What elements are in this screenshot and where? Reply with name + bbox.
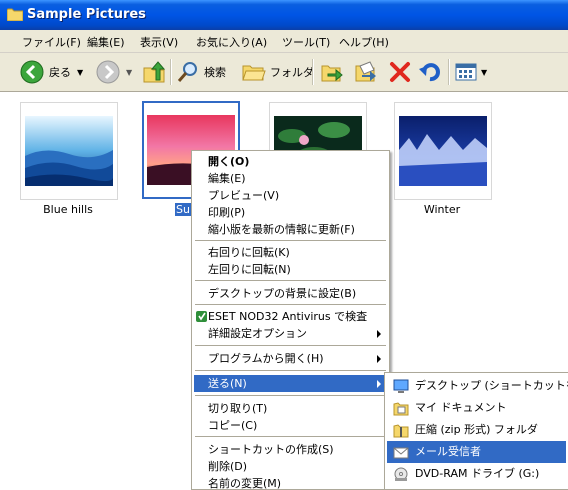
submenu-arrow-icon — [377, 355, 381, 363]
menu-item-send-to[interactable]: 送る(N) — [194, 375, 387, 392]
blue-hills-image — [25, 116, 113, 186]
menu-item-edit[interactable]: 編集(E) — [194, 170, 387, 187]
toolbar: 戻る ▼ ▼ 検索 フォルダ ▼ — [0, 53, 568, 92]
back-button[interactable]: 戻る ▼ — [20, 59, 83, 85]
toolbar-separator — [170, 59, 172, 85]
menu-item-preview[interactable]: プレビュー(V) — [194, 187, 387, 204]
send-to-label: DVD-RAM ドライブ (G:) — [415, 467, 540, 480]
menu-item-eset-scan[interactable]: ESET NOD32 Antivirus で検査 — [194, 308, 387, 325]
menu-item-set-desktop-background[interactable]: デスクトップの背景に設定(B) — [194, 285, 387, 302]
submenu-arrow-icon — [377, 330, 381, 338]
copy-to-icon — [355, 61, 376, 82]
menu-item-open-with[interactable]: プログラムから開く(H) — [194, 350, 387, 367]
up-folder-button[interactable] — [142, 59, 166, 85]
toolbar-separator — [448, 59, 450, 85]
title-bar[interactable]: Sample Pictures — [0, 0, 568, 30]
desktop-icon — [393, 379, 409, 393]
menu-item-advanced-options[interactable]: 詳細設定オプション — [194, 325, 387, 342]
menu-separator — [195, 436, 386, 437]
menu-separator — [195, 240, 386, 241]
menu-item-print[interactable]: 印刷(P) — [194, 204, 387, 221]
zip-folder-icon — [393, 424, 409, 438]
folders-icon — [242, 65, 266, 81]
menu-separator — [195, 280, 386, 281]
back-arrow-icon — [20, 60, 44, 84]
chevron-down-icon[interactable]: ▼ — [481, 68, 487, 77]
forward-button[interactable]: ▼ — [96, 59, 132, 85]
menu-item-label: プログラムから開く(H) — [208, 352, 324, 365]
menu-separator — [195, 345, 386, 346]
winter-image — [399, 116, 487, 186]
delete-x-icon — [390, 62, 410, 82]
folders-button[interactable]: フォルダ — [242, 59, 314, 85]
back-label: 戻る — [49, 66, 71, 79]
menu-file[interactable]: ファイル(F) — [22, 34, 81, 50]
menu-view[interactable]: 表示(V) — [140, 34, 178, 50]
menu-item-cut[interactable]: 切り取り(T) — [194, 400, 387, 417]
views-button[interactable]: ▼ — [454, 59, 487, 85]
send-to-zip-folder[interactable]: 圧縮 (zip 形式) フォルダ — [387, 419, 566, 441]
menu-separator — [195, 370, 386, 371]
menu-tools[interactable]: ツール(T) — [282, 34, 330, 50]
menu-edit[interactable]: 編集(E) — [87, 34, 125, 50]
submenu-arrow-icon — [377, 380, 381, 388]
move-to-button[interactable] — [320, 59, 344, 85]
delete-button[interactable] — [388, 59, 412, 85]
menu-separator — [195, 304, 386, 305]
menu-help[interactable]: ヘルプ(H) — [339, 34, 389, 50]
chevron-down-icon[interactable]: ▼ — [126, 68, 132, 77]
views-icon — [455, 63, 477, 81]
menu-item-label: 詳細設定オプション — [208, 327, 307, 340]
menu-item-open[interactable]: 開く(O) — [194, 153, 387, 170]
chevron-down-icon[interactable]: ▼ — [77, 68, 83, 77]
context-menu: 開く(O) 編集(E) プレビュー(V) 印刷(P) 縮小版を最新の情報に更新(… — [191, 150, 390, 490]
thumbnail-winter[interactable] — [394, 102, 492, 200]
menu-favorites[interactable]: お気に入り(A) — [196, 34, 267, 50]
thumbnail-blue-hills[interactable] — [20, 102, 118, 200]
search-button[interactable]: 検索 — [176, 59, 226, 85]
thumbnail-label: Blue hills — [43, 203, 93, 216]
toolbar-separator — [312, 59, 314, 85]
send-to-label: マイ ドキュメント — [415, 401, 507, 414]
send-to-desktop[interactable]: デスクトップ (ショートカットを作成) — [387, 375, 568, 397]
menu-item-label: 送る(N) — [208, 377, 247, 390]
search-label: 検索 — [204, 66, 226, 79]
search-icon — [177, 62, 197, 82]
send-to-label: 圧縮 (zip 形式) フォルダ — [415, 423, 538, 436]
copy-to-button[interactable] — [354, 59, 378, 85]
thumbnail-label: Winter — [423, 203, 461, 216]
send-to-dvd-ram-drive[interactable]: DVD-RAM ドライブ (G:) — [387, 463, 566, 485]
send-to-mail-recipient[interactable]: メール受信者 — [387, 441, 566, 463]
window-title: Sample Pictures — [27, 7, 146, 22]
move-to-icon — [321, 65, 343, 82]
undo-icon — [419, 63, 440, 82]
dvd-drive-icon — [394, 467, 408, 481]
mail-icon — [393, 447, 409, 459]
menu-bar: ファイル(F) 編集(E) 表示(V) お気に入り(A) ツール(T) ヘルプ(… — [0, 30, 568, 53]
menu-item-rotate-left[interactable]: 左回りに回転(N) — [194, 261, 387, 278]
menu-item-rotate-right[interactable]: 右回りに回転(K) — [194, 244, 387, 261]
menu-item-delete[interactable]: 削除(D) — [194, 458, 387, 475]
folder-icon — [7, 8, 23, 21]
menu-item-copy[interactable]: コピー(C) — [194, 417, 387, 434]
explorer-window: Sample Pictures ファイル(F) 編集(E) 表示(V) お気に入… — [0, 0, 568, 490]
send-to-label: デスクトップ (ショートカットを作成) — [415, 379, 568, 392]
folders-label: フォルダ — [270, 66, 314, 79]
my-documents-icon — [393, 402, 409, 416]
undo-button[interactable] — [418, 59, 442, 85]
menu-item-refresh-thumbnail[interactable]: 縮小版を最新の情報に更新(F) — [194, 221, 387, 238]
up-folder-icon — [143, 61, 166, 83]
menu-item-create-shortcut[interactable]: ショートカットの作成(S) — [194, 441, 387, 458]
send-to-label: メール受信者 — [415, 445, 481, 458]
send-to-submenu: デスクトップ (ショートカットを作成) マイ ドキュメント 圧縮 (zip 形式… — [384, 372, 568, 490]
menu-item-rename[interactable]: 名前の変更(M) — [194, 475, 387, 490]
forward-arrow-icon — [96, 60, 120, 84]
send-to-my-documents[interactable]: マイ ドキュメント — [387, 397, 566, 419]
menu-separator — [195, 395, 386, 396]
